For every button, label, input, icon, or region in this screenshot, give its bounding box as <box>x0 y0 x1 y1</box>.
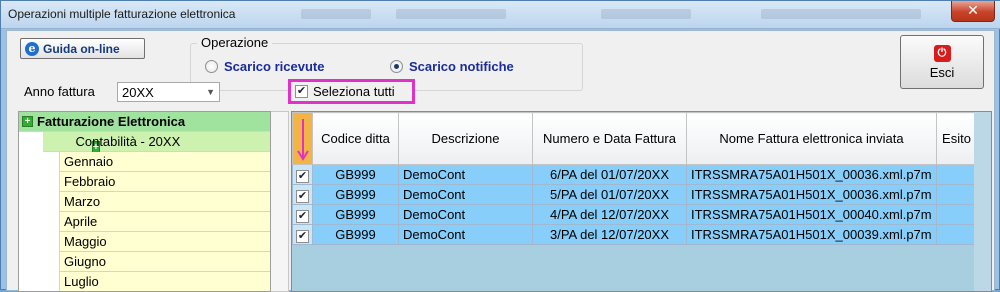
cell-nome[interactable]: ITRSSMRA75A01H501X_00039.xml.p7m <box>686 224 937 245</box>
column-header-esito[interactable]: Esito <box>936 112 977 165</box>
row-checkbox-cell[interactable]: ✔ <box>292 204 313 225</box>
grid-scrollbar[interactable] <box>974 112 991 291</box>
tree-item-month[interactable]: Maggio <box>19 232 270 252</box>
radio-scarico-notifiche[interactable]: Scarico notifiche <box>390 59 514 74</box>
radio-button-selected-icon[interactable] <box>390 60 403 73</box>
table-row[interactable]: ✔ GB999 DemoCont 3/PA del 12/07/20XX ITR… <box>292 224 977 245</box>
radio-scarico-ricevute[interactable]: Scarico ricevute <box>205 59 324 74</box>
background-title-blur <box>761 9 921 19</box>
cell-codice[interactable]: GB999 <box>312 224 399 245</box>
cell-nome[interactable]: ITRSSMRA75A01H501X_00036.xml.p7m <box>686 184 937 205</box>
esci-button[interactable]: ⏻ Esci <box>900 35 984 89</box>
cell-numero[interactable]: 5/PA del 01/07/20XX <box>532 184 687 205</box>
cell-esito[interactable] <box>936 164 977 185</box>
anno-fattura-label: Anno fattura <box>24 84 95 99</box>
cell-descrizione[interactable]: DemoCont <box>398 204 533 225</box>
cell-descrizione[interactable]: DemoCont <box>398 224 533 245</box>
cell-nome[interactable]: ITRSSMRA75A01H501X_00036.xml.p7m <box>686 164 937 185</box>
tree-item-month-label: Marzo <box>64 194 101 209</box>
cell-codice[interactable]: GB999 <box>312 164 399 185</box>
table-row[interactable]: ✔ GB999 DemoCont 4/PA del 12/07/20XX ITR… <box>292 204 977 225</box>
tree-root-label: Fatturazione Elettronica <box>37 114 186 129</box>
background-title-blur <box>301 9 371 19</box>
column-header-nome[interactable]: Nome Fattura elettronica inviata <box>686 112 937 165</box>
expand-icon[interactable]: + <box>22 116 33 127</box>
column-header-codice[interactable]: Codice ditta <box>312 112 399 165</box>
fatture-table: Codice ditta Descrizione Numero e Data F… <box>292 112 977 245</box>
seleziona-tutti-checkbox[interactable]: ✔ <box>295 85 308 98</box>
tree-item-month-label: Febbraio <box>64 174 116 189</box>
cell-numero[interactable]: 4/PA del 12/07/20XX <box>532 204 687 225</box>
anno-fattura-select[interactable]: 20XX ▼ <box>117 82 220 102</box>
tree-item-month[interactable]: Aprile <box>19 212 270 232</box>
row-checkbox-cell[interactable]: ✔ <box>292 184 313 205</box>
row-checkbox[interactable]: ✔ <box>296 169 309 183</box>
tree-root-fatturazione[interactable]: + Fatturazione Elettronica <box>19 112 270 132</box>
tree-item-month[interactable]: Giugno <box>19 252 270 272</box>
cell-numero[interactable]: 6/PA del 01/07/20XX <box>532 164 687 185</box>
cell-esito[interactable] <box>936 204 977 225</box>
row-checkbox[interactable]: ✔ <box>296 189 309 203</box>
seleziona-tutti-highlight[interactable]: ✔ Seleziona tutti <box>288 79 415 104</box>
table-row[interactable]: ✔ GB999 DemoCont 6/PA del 01/07/20XX ITR… <box>292 164 977 185</box>
main-window: Operazioni multiple fatturazione elettro… <box>0 0 1000 292</box>
chevron-down-icon[interactable]: ▼ <box>206 87 215 97</box>
anno-fattura-value: 20XX <box>122 84 154 100</box>
background-title-blur <box>396 9 506 19</box>
cell-descrizione[interactable]: DemoCont <box>398 184 533 205</box>
row-checkbox[interactable]: ✔ <box>296 229 309 243</box>
power-icon: ⏻ <box>933 44 951 62</box>
tree-item-month-label: Luglio <box>64 274 99 289</box>
tree-item-contabilita-label: Contabilità - 20XX <box>75 134 181 149</box>
select-column-header <box>292 112 313 165</box>
arrow-down-icon <box>297 119 309 161</box>
seleziona-tutti-label: Seleziona tutti <box>313 84 395 99</box>
guida-online-label: Guida on-line <box>43 41 120 56</box>
radio-scarico-ricevute-label: Scarico ricevute <box>224 59 325 74</box>
browser-icon: e <box>25 41 39 56</box>
column-header-numero[interactable]: Numero e Data Fattura <box>532 112 687 165</box>
esci-label: Esci <box>929 64 955 80</box>
navigation-tree: + Fatturazione Elettronica + Contabilità… <box>18 111 271 292</box>
close-icon: ✕ <box>967 2 979 18</box>
client-area: e Guida on-line Operazione Scarico ricev… <box>6 30 995 292</box>
column-header-descrizione[interactable]: Descrizione <box>398 112 533 165</box>
tree-item-month-label: Giugno <box>64 254 106 269</box>
tree-item-month[interactable]: Gennaio <box>19 152 270 172</box>
tree-item-month-label: Gennaio <box>64 154 114 169</box>
row-checkbox[interactable]: ✔ <box>296 209 309 223</box>
radio-scarico-notifiche-label: Scarico notifiche <box>409 59 514 74</box>
operazione-legend: Operazione <box>197 35 273 50</box>
cell-esito[interactable] <box>936 224 977 245</box>
window-title: Operazioni multiple fatturazione elettro… <box>8 7 236 21</box>
cell-numero[interactable]: 3/PA del 12/07/20XX <box>532 224 687 245</box>
table-header-row: Codice ditta Descrizione Numero e Data F… <box>292 112 977 165</box>
tree-scrollbar[interactable] <box>271 111 289 292</box>
window-close-button[interactable]: ✕ <box>951 1 995 22</box>
row-checkbox-cell[interactable]: ✔ <box>292 164 313 185</box>
tree-item-month[interactable]: Luglio <box>19 272 270 291</box>
tree-item-contabilita[interactable]: + Contabilità - 20XX <box>19 132 270 154</box>
row-checkbox-cell[interactable]: ✔ <box>292 224 313 245</box>
tree-item-month-label: Aprile <box>64 214 98 229</box>
tree-item-month[interactable]: Febbraio <box>19 172 270 192</box>
cell-codice[interactable]: GB999 <box>312 184 399 205</box>
table-row[interactable]: ✔ GB999 DemoCont 5/PA del 01/07/20XX ITR… <box>292 184 977 205</box>
cell-esito[interactable] <box>936 184 977 205</box>
guida-online-button[interactable]: e Guida on-line <box>20 38 145 59</box>
fatture-grid: Codice ditta Descrizione Numero e Data F… <box>291 111 992 292</box>
cell-nome[interactable]: ITRSSMRA75A01H501X_00040.xml.p7m <box>686 204 937 225</box>
tree-item-month-label: Maggio <box>64 234 107 249</box>
title-bar[interactable]: Operazioni multiple fatturazione elettro… <box>1 1 1000 29</box>
radio-button-icon[interactable] <box>205 60 218 73</box>
cell-descrizione[interactable]: DemoCont <box>398 164 533 185</box>
background-title-blur <box>601 9 691 19</box>
cell-codice[interactable]: GB999 <box>312 204 399 225</box>
tree-item-month[interactable]: Marzo <box>19 192 270 212</box>
